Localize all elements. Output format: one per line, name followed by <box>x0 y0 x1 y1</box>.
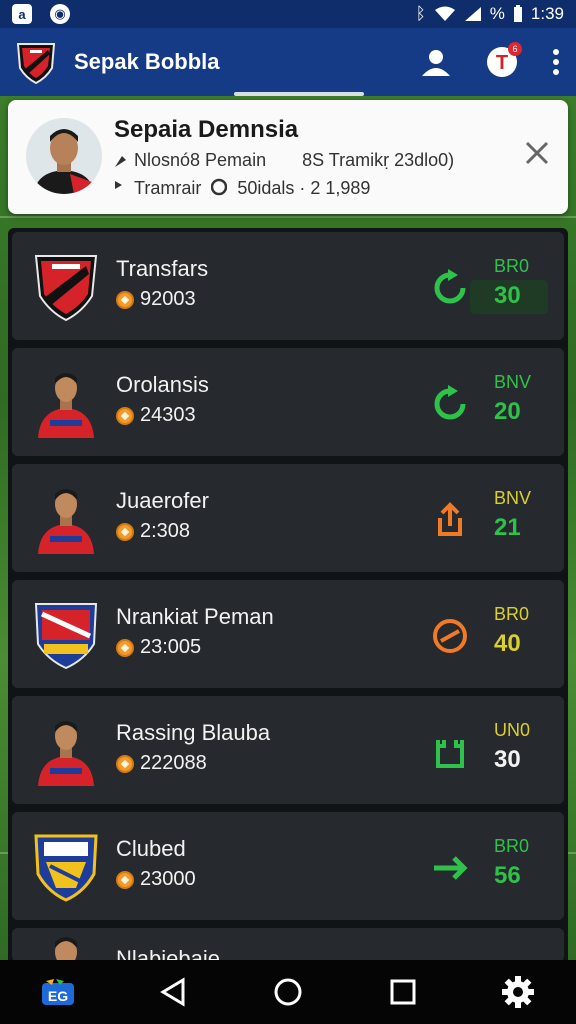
row-value-text: 23000 <box>140 868 196 890</box>
home-button[interactable] <box>268 972 308 1012</box>
row-value: 92003 <box>116 288 196 311</box>
club-logo-icon[interactable] <box>16 40 56 85</box>
stat-value: 40 <box>494 630 521 657</box>
notification-badge: 6 <box>508 42 522 56</box>
bluetooth-icon: ᛒ <box>415 4 426 23</box>
transfer-row[interactable]: Juaerofer 2:308 BNV 21 <box>12 464 564 572</box>
row-value: 24303 <box>116 404 196 427</box>
refresh-icon[interactable] <box>430 268 470 308</box>
player-position: Nlosnó8 Pemain <box>134 150 267 170</box>
transfer-row[interactable]: Nrankiat Peman 23:005 BR0 40 <box>12 580 564 688</box>
row-title: Nrankiat Peman <box>116 604 274 629</box>
recents-icon <box>390 979 416 1005</box>
player-name: Sepaia Demnsia <box>114 116 299 143</box>
player-transfer-info: 8S Tramikṛ 23dlo0) <box>302 150 455 170</box>
wifi-icon <box>434 6 455 21</box>
coin-icon <box>116 870 134 889</box>
system-nav-bar: EG <box>0 960 576 1024</box>
arrow-right-icon[interactable] <box>430 848 470 888</box>
coin-icon <box>116 754 134 773</box>
row-title: Transfars <box>116 256 209 281</box>
club-crest-icon <box>32 252 100 322</box>
app-logo-button[interactable]: EG <box>38 972 78 1012</box>
row-value-text: 92003 <box>140 288 196 310</box>
row-title: Rassing Blauba <box>116 720 271 745</box>
row-value: 23:005 <box>116 636 201 659</box>
stat-label: BR0 <box>494 256 530 276</box>
more-options-icon[interactable] <box>552 48 560 76</box>
player-stats: 50idals · 2 1,989 <box>237 178 371 198</box>
settings-icon <box>502 976 535 1008</box>
close-icon[interactable] <box>522 138 552 168</box>
player-card[interactable]: Sepaia Demnsia Nlosnó8 Pemain 8S Tramikṛ… <box>8 100 568 214</box>
tab-indicator <box>234 92 364 96</box>
club-crest-icon <box>32 484 100 554</box>
svg-text:T: T <box>496 52 508 74</box>
clock: 1:39 <box>530 4 564 23</box>
bench-icon[interactable] <box>430 732 470 772</box>
row-title: Clubed <box>116 836 186 861</box>
stat-label: BR0 <box>494 604 530 624</box>
row-value: 2:308 <box>116 520 190 543</box>
coin-icon <box>116 522 134 541</box>
pitch-line <box>0 216 576 218</box>
battery-icon <box>513 5 522 22</box>
club-crest-icon <box>32 368 100 438</box>
stat-value: 21 <box>494 514 521 541</box>
stat-value: 56 <box>494 862 521 889</box>
stat-label: BNV <box>494 488 532 508</box>
transfer-row[interactable]: Transfars 92003 BR0 30 <box>12 232 564 340</box>
row-value: 23000 <box>116 868 196 891</box>
row-value-text: 23:005 <box>140 636 202 658</box>
upload-icon[interactable] <box>430 500 470 540</box>
svg-text:EG: EG <box>47 988 67 1004</box>
notifications-button[interactable]: T 6 <box>486 42 522 78</box>
profile-icon[interactable] <box>420 46 452 78</box>
transfer-row[interactable]: Rassing Blauba 222088 UN0 30 <box>12 696 564 804</box>
settings-button[interactable] <box>498 972 538 1012</box>
app-title: Sepak Bobbla <box>74 49 220 74</box>
chat-notification-icon: ◉ <box>50 4 70 24</box>
transfer-row[interactable]: Clubed 23000 BR0 56 <box>12 812 564 920</box>
coin-icon <box>116 290 134 309</box>
back-icon <box>159 977 185 1007</box>
refresh-icon[interactable] <box>430 384 470 424</box>
coin-icon <box>116 406 134 425</box>
row-value: 222088 <box>116 752 207 775</box>
app-notification-icon: a <box>12 4 32 24</box>
row-title: Orolansis <box>116 372 209 397</box>
signal-icon <box>464 7 481 21</box>
transfer-row[interactable]: Nlabiebaie <box>12 928 564 962</box>
dollar-icon <box>211 178 228 196</box>
stat-label: UN0 <box>494 720 531 740</box>
player-avatar <box>26 118 102 194</box>
club-crest-icon <box>32 832 100 902</box>
stat-value: 30 <box>494 282 521 309</box>
app-logo-icon: EG <box>41 979 74 1005</box>
home-icon <box>274 978 302 1006</box>
no-entry-icon[interactable] <box>430 616 470 656</box>
app-bar: Sepak Bobbla T 6 <box>0 28 576 96</box>
stat-value: 20 <box>494 398 521 425</box>
club-crest-icon <box>32 932 100 962</box>
row-title: Juaerofer <box>116 488 209 513</box>
row-value-text: 2:308 <box>140 520 191 542</box>
row-value-text: 24303 <box>140 404 196 426</box>
battery-indicator: % <box>489 4 505 23</box>
transfer-row[interactable]: Orolansis 24303 BNV 20 <box>12 348 564 456</box>
club-crest-icon <box>32 600 100 670</box>
player-status: Tramrair <box>134 178 202 198</box>
status-bar: a ◉ ᛒ % 1:39 <box>0 0 576 28</box>
stat-value: 30 <box>494 746 521 773</box>
recents-button[interactable] <box>383 972 423 1012</box>
stat-label: BNV <box>494 372 532 392</box>
club-crest-icon <box>32 716 100 786</box>
stat-label: BR0 <box>494 836 530 856</box>
coin-icon <box>116 638 134 657</box>
arrow-icon <box>115 181 122 189</box>
back-button[interactable] <box>153 972 193 1012</box>
position-icon <box>115 155 126 167</box>
transfer-list: Transfars 92003 BR0 30 Orolansis 24303 BNV 20 Ju… <box>8 228 568 966</box>
row-value-text: 222088 <box>140 752 207 774</box>
